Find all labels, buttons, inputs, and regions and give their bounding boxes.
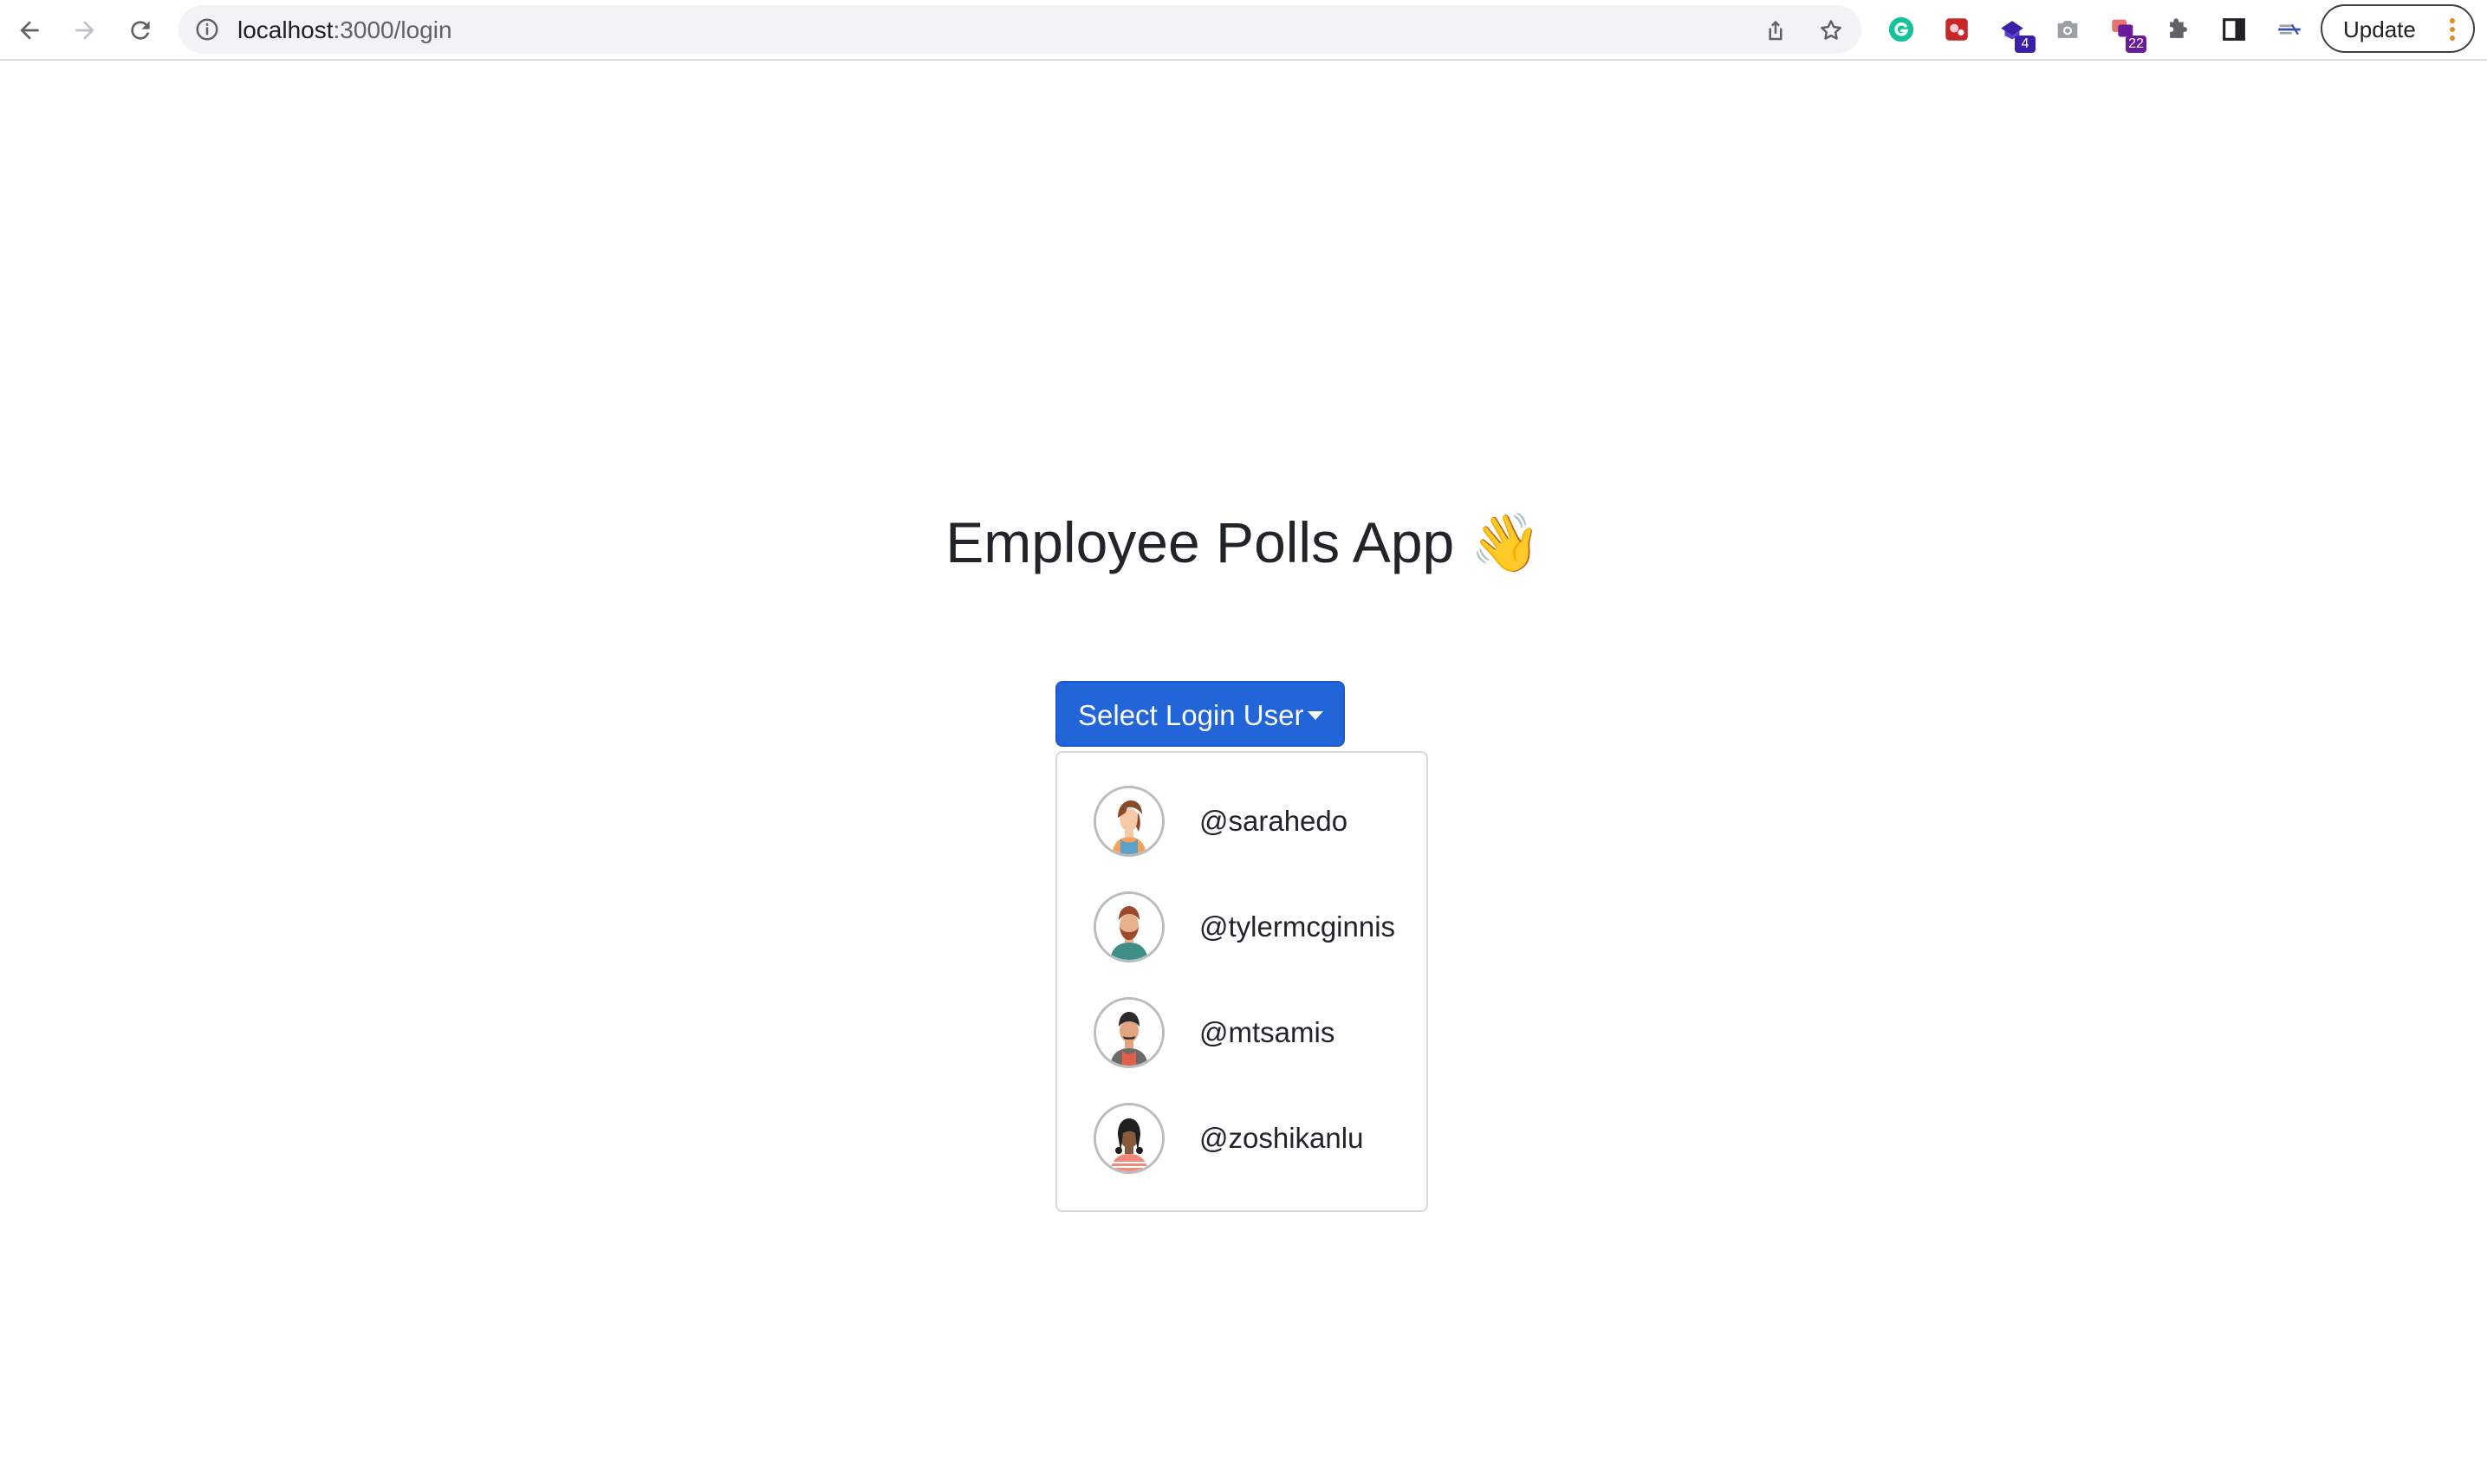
user-handle: @tylermcginnis [1199, 910, 1396, 943]
page-title-text: Employee Polls App [945, 510, 1455, 574]
avatar-sarahedo [1094, 786, 1165, 857]
user-option-zoshikanlu[interactable]: @zoshikanlu [1057, 1089, 1426, 1195]
login-user-menu: @sarahedo @tylermcginnis @mtsamis @zoshi… [1055, 751, 1428, 1212]
grammarly-icon [1888, 16, 1914, 42]
waving-hand-icon: 👋 [1470, 509, 1542, 576]
user-option-mtsamis[interactable]: @mtsamis [1057, 983, 1426, 1089]
back-button[interactable] [9, 10, 50, 51]
avatar-mtsamis-icon [1096, 1000, 1162, 1066]
update-label: Update [2343, 16, 2416, 42]
browser-toolbar: localhost:3000/login 4 22 Update [0, 0, 2487, 61]
extension-badge: 4 [2015, 36, 2036, 53]
side-panel-button[interactable] [2216, 11, 2252, 48]
address-bar[interactable]: localhost:3000/login [179, 5, 1861, 54]
red-extension[interactable] [1938, 11, 1975, 48]
user-handle: @mtsamis [1199, 1016, 1335, 1048]
avatar-zoshikanlu [1094, 1103, 1165, 1174]
user-option-sarahedo[interactable]: @sarahedo [1057, 772, 1426, 878]
url-host: localhost [237, 16, 334, 43]
user-handle: @zoshikanlu [1199, 1122, 1364, 1154]
more-vertical-icon [2450, 18, 2455, 41]
extensions-menu-button[interactable] [2160, 11, 2197, 48]
avatar-mtsamis [1094, 997, 1165, 1068]
share-button[interactable] [1761, 16, 1790, 45]
select-login-user-label: Select Login User [1078, 699, 1304, 731]
arrow-right-icon [75, 21, 94, 40]
select-login-user-button[interactable]: Select Login User [1055, 681, 1345, 747]
camera-icon [2057, 21, 2078, 38]
grammarly-extension[interactable] [1883, 11, 1919, 48]
avatar-zoshikanlu-icon [1096, 1105, 1162, 1171]
reload-button[interactable] [120, 10, 161, 51]
star-icon [1821, 20, 1841, 40]
purple-extension[interactable]: 4 [1994, 11, 2036, 53]
arrow-left-icon [20, 21, 39, 40]
avatar-tylermcginnis [1094, 891, 1165, 962]
page-title: Employee Polls App 👋 [0, 508, 2487, 578]
user-option-tylermcginnis[interactable]: @tylermcginnis [1057, 878, 1426, 983]
forward-button[interactable] [64, 10, 106, 51]
strikethrough-extension[interactable] [2271, 11, 2308, 48]
camera-extension[interactable] [2049, 11, 2086, 48]
user-handle: @sarahedo [1199, 805, 1348, 837]
red-extension-icon [1945, 18, 1968, 41]
url-path: :3000/login [333, 16, 452, 43]
reload-icon [131, 21, 150, 40]
url-text[interactable]: localhost:3000/login [237, 17, 452, 43]
update-button[interactable]: Update [2321, 4, 2475, 53]
info-icon[interactable] [194, 16, 220, 42]
avatar-sarahedo-icon [1096, 788, 1162, 854]
caret-down-icon [1308, 711, 1323, 720]
avatar-tylermcginnis-icon [1096, 894, 1162, 960]
extension-badge: 22 [2126, 36, 2146, 53]
puzzle-icon [2170, 18, 2187, 38]
strikethrough-extension-icon [2278, 23, 2301, 36]
tabs-extension[interactable]: 22 [2105, 11, 2146, 53]
bookmark-button[interactable] [1816, 16, 1846, 45]
share-icon [1769, 20, 1782, 41]
side-panel-icon [2223, 18, 2245, 41]
